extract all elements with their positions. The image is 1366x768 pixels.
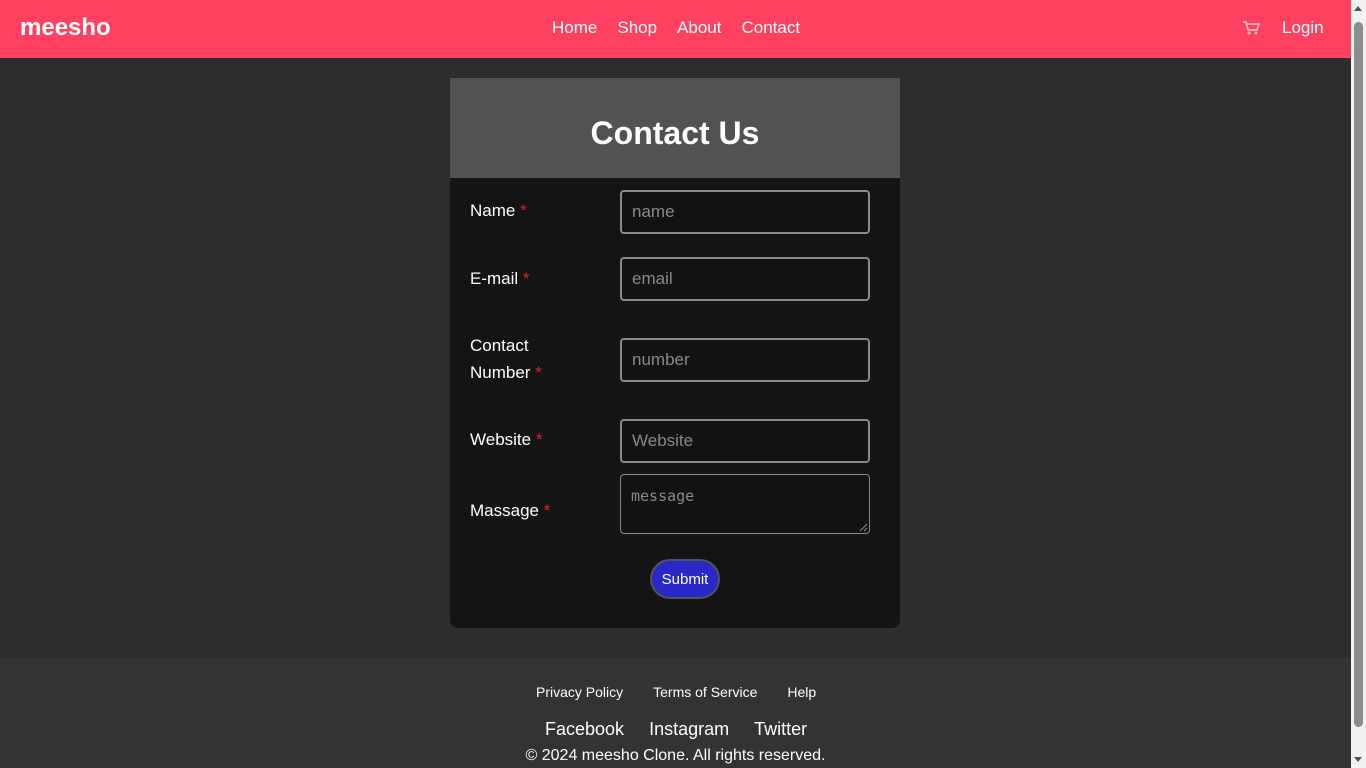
nav-link-about[interactable]: About	[677, 18, 721, 38]
twitter-link[interactable]: Twitter	[754, 718, 807, 740]
required-mark: *	[520, 201, 527, 220]
login-link[interactable]: Login	[1282, 18, 1324, 38]
contact-number-input[interactable]	[620, 338, 870, 382]
required-mark: *	[543, 501, 551, 520]
contact-form-card: Contact Us Name * E-mail * Contact Numbe…	[450, 78, 900, 628]
privacy-policy-link[interactable]: Privacy Policy	[536, 684, 623, 700]
facebook-link[interactable]: Facebook	[545, 718, 624, 740]
footer-links: Privacy Policy Terms of Service Help	[536, 684, 816, 700]
required-mark: *	[535, 430, 543, 449]
email-label: E-mail *	[470, 269, 530, 288]
cart-icon[interactable]	[1242, 20, 1260, 36]
page: meesho Home Shop About Contact Login Con…	[0, 0, 1351, 768]
copyright-text: © 2024 meesho Clone. All rights reserved…	[525, 747, 826, 764]
submit-button[interactable]: Submit	[650, 559, 720, 599]
navbar: meesho Home Shop About Contact Login	[0, 0, 1351, 58]
terms-of-service-link[interactable]: Terms of Service	[653, 684, 757, 700]
name-input[interactable]	[620, 190, 870, 234]
footer: Privacy Policy Terms of Service Help Fac…	[0, 658, 1351, 768]
website-label: Website *	[470, 430, 543, 449]
scroll-up-arrow-icon[interactable]	[1354, 6, 1362, 11]
nav-link-contact[interactable]: Contact	[742, 18, 801, 38]
contact-form-header: Contact Us	[450, 78, 900, 178]
social-links: Facebook Instagram Twitter	[545, 718, 807, 740]
contact-number-label: Contact Number *	[470, 336, 542, 382]
scroll-down-arrow-icon[interactable]	[1354, 757, 1362, 762]
instagram-link[interactable]: Instagram	[649, 718, 729, 740]
message-textarea[interactable]	[620, 474, 870, 534]
page-title: Contact Us	[590, 115, 760, 151]
scrollbar-thumb[interactable]	[1354, 22, 1363, 727]
help-link[interactable]: Help	[787, 684, 816, 700]
required-mark: *	[535, 363, 542, 382]
name-label: Name *	[470, 201, 527, 220]
website-input[interactable]	[620, 419, 870, 463]
nav-links: Home Shop About Contact	[552, 18, 800, 38]
vertical-scrollbar[interactable]	[1351, 0, 1366, 768]
required-mark: *	[522, 269, 530, 288]
resize-grip-icon[interactable]	[858, 522, 868, 532]
message-label: Massage *	[470, 501, 551, 520]
email-input[interactable]	[620, 257, 870, 301]
nav-link-shop[interactable]: Shop	[617, 18, 657, 38]
nav-link-home[interactable]: Home	[552, 18, 597, 38]
brand-logo[interactable]: meesho	[20, 14, 111, 42]
